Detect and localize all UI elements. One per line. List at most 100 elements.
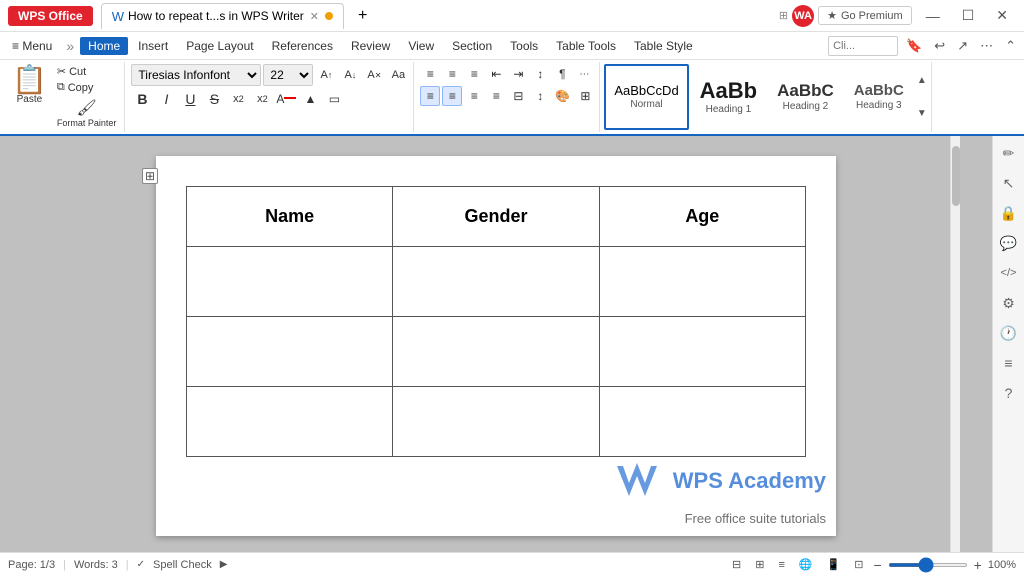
- comment-icon[interactable]: 💬: [998, 232, 1020, 254]
- zoom-slider[interactable]: [888, 563, 968, 567]
- mobile-icon[interactable]: 📱: [823, 556, 845, 573]
- underline-button[interactable]: U: [179, 88, 201, 110]
- table-cell[interactable]: [187, 317, 393, 387]
- style-normal[interactable]: AaBbCcDd Normal: [604, 64, 688, 130]
- line-spacing-button[interactable]: ↕: [530, 86, 550, 106]
- multilevel-button[interactable]: ≡: [464, 64, 484, 84]
- code-icon[interactable]: </>: [998, 262, 1020, 284]
- align-justify-button[interactable]: ≡: [486, 86, 506, 106]
- pilcrow-button[interactable]: ¶: [552, 64, 572, 84]
- nav-arrow[interactable]: ▶: [220, 559, 228, 570]
- para-more-button[interactable]: ⋯: [574, 64, 594, 84]
- shrink-font-button[interactable]: A↓: [339, 64, 361, 86]
- table-cell[interactable]: [187, 247, 393, 317]
- maximize-button[interactable]: ☐: [954, 5, 983, 26]
- paste-button[interactable]: 📋 Paste: [8, 64, 51, 107]
- cut-button[interactable]: ✂ Cut: [53, 64, 121, 79]
- wps-logo-button[interactable]: WPS Office: [8, 6, 93, 26]
- menu-item-tools[interactable]: Tools: [502, 37, 546, 55]
- format-painter-button[interactable]: 🖌 Format Painter: [53, 96, 121, 131]
- table-cell[interactable]: [393, 387, 599, 457]
- table-cell[interactable]: [599, 247, 805, 317]
- layout-view-icon[interactable]: ⊟: [728, 556, 745, 573]
- align-center-button[interactable]: ≡: [442, 86, 462, 106]
- bullets-button[interactable]: ≡: [420, 64, 440, 84]
- lock-icon[interactable]: 🔒: [998, 202, 1020, 224]
- decrease-indent-button[interactable]: ⇤: [486, 64, 506, 84]
- close-button[interactable]: ✕: [988, 5, 1016, 26]
- align-right-button[interactable]: ≡: [464, 86, 484, 106]
- numbering-button[interactable]: ≡: [442, 64, 462, 84]
- nav-icon[interactable]: ≡: [998, 352, 1020, 374]
- minimize-button[interactable]: —: [918, 6, 948, 26]
- settings-icon[interactable]: ⚙: [998, 292, 1020, 314]
- document-area[interactable]: ⊞ Name Gender Age: [0, 136, 992, 552]
- web-icon[interactable]: 🌐: [795, 556, 817, 573]
- zoom-plus[interactable]: +: [974, 557, 982, 573]
- spell-check-label[interactable]: Spell Check: [153, 559, 212, 571]
- zoom-minus[interactable]: −: [873, 557, 881, 573]
- align-left-button[interactable]: ≡: [420, 86, 440, 106]
- cursor-icon[interactable]: ↖: [998, 172, 1020, 194]
- menu-item-insert[interactable]: Insert: [130, 37, 176, 55]
- styles-scroll-down[interactable]: ▼: [915, 108, 929, 119]
- font-name-select[interactable]: Tiresias Infonfont: [131, 64, 261, 86]
- italic-button[interactable]: I: [155, 88, 177, 110]
- table-cell[interactable]: [599, 387, 805, 457]
- collapse-ribbon-icon[interactable]: ⌃: [1001, 36, 1020, 56]
- font-color-button[interactable]: A: [275, 88, 297, 110]
- scroll-thumb[interactable]: [952, 146, 960, 206]
- vertical-scrollbar[interactable]: [950, 136, 960, 552]
- outline-view-icon[interactable]: ≡: [774, 557, 788, 573]
- bold-button[interactable]: B: [131, 88, 153, 110]
- table-cell[interactable]: [187, 387, 393, 457]
- menu-item-section[interactable]: Section: [444, 37, 500, 55]
- table-cell[interactable]: [393, 247, 599, 317]
- grid-view-icon[interactable]: ⊞: [751, 556, 768, 573]
- share-icon[interactable]: ↗: [953, 36, 972, 56]
- menu-more-left[interactable]: »: [62, 36, 78, 56]
- menu-item-pagelayout[interactable]: Page Layout: [178, 37, 261, 55]
- tab-close-icon[interactable]: ✕: [310, 10, 319, 23]
- menu-hamburger[interactable]: ≡ Menu: [4, 37, 60, 55]
- grow-font-button[interactable]: A↑: [315, 64, 337, 86]
- table-move-handle[interactable]: ⊞: [142, 168, 158, 184]
- table-cell[interactable]: [599, 317, 805, 387]
- fill-color-button[interactable]: 🎨: [552, 86, 573, 106]
- copy-button[interactable]: ⧉ Copy: [53, 80, 121, 95]
- history-icon[interactable]: 🕐: [998, 322, 1020, 344]
- user-avatar[interactable]: WA: [792, 5, 814, 27]
- subscript-button[interactable]: x2: [251, 88, 273, 110]
- style-heading2[interactable]: AaBbC Heading 2: [768, 64, 843, 130]
- font-size-select[interactable]: 22: [263, 64, 313, 86]
- increase-indent-button[interactable]: ⇥: [508, 64, 528, 84]
- bookmark-icon[interactable]: 🔖: [902, 36, 926, 56]
- menu-item-home[interactable]: Home: [80, 37, 128, 55]
- new-tab-button[interactable]: +: [348, 3, 377, 29]
- highlight-button[interactable]: ▲: [299, 88, 321, 110]
- more-options-icon[interactable]: ⋯: [976, 36, 997, 56]
- borders-button[interactable]: ⊞: [575, 86, 595, 106]
- change-case-button[interactable]: Aa: [387, 64, 409, 86]
- style-heading1[interactable]: AaBb Heading 1: [691, 64, 766, 130]
- menu-item-tablestyle[interactable]: Table Style: [626, 37, 701, 55]
- char-border-button[interactable]: ▭: [323, 88, 345, 110]
- pen-icon[interactable]: ✏: [998, 142, 1020, 164]
- active-tab[interactable]: W How to repeat t...s in WPS Writer ✕: [101, 3, 344, 29]
- strikethrough-button[interactable]: S: [203, 88, 225, 110]
- search-input[interactable]: [828, 36, 898, 56]
- undo-icon[interactable]: ↩: [930, 36, 949, 56]
- styles-scroll-up[interactable]: ▲: [915, 75, 929, 86]
- menu-item-tabletools[interactable]: Table Tools: [548, 37, 624, 55]
- sort-button[interactable]: ↕: [530, 64, 550, 84]
- menu-item-references[interactable]: References: [264, 37, 341, 55]
- menu-item-review[interactable]: Review: [343, 37, 398, 55]
- zoom-fit-icon[interactable]: ⊡: [850, 556, 867, 573]
- table-cell[interactable]: [393, 317, 599, 387]
- go-premium-button[interactable]: ★ Go Premium: [818, 6, 912, 25]
- column-break-button[interactable]: ⊟: [508, 86, 528, 106]
- menu-item-view[interactable]: View: [400, 37, 442, 55]
- help-icon[interactable]: ?: [998, 382, 1020, 404]
- superscript-button[interactable]: x2: [227, 88, 249, 110]
- clear-format-button[interactable]: A✕: [363, 64, 385, 86]
